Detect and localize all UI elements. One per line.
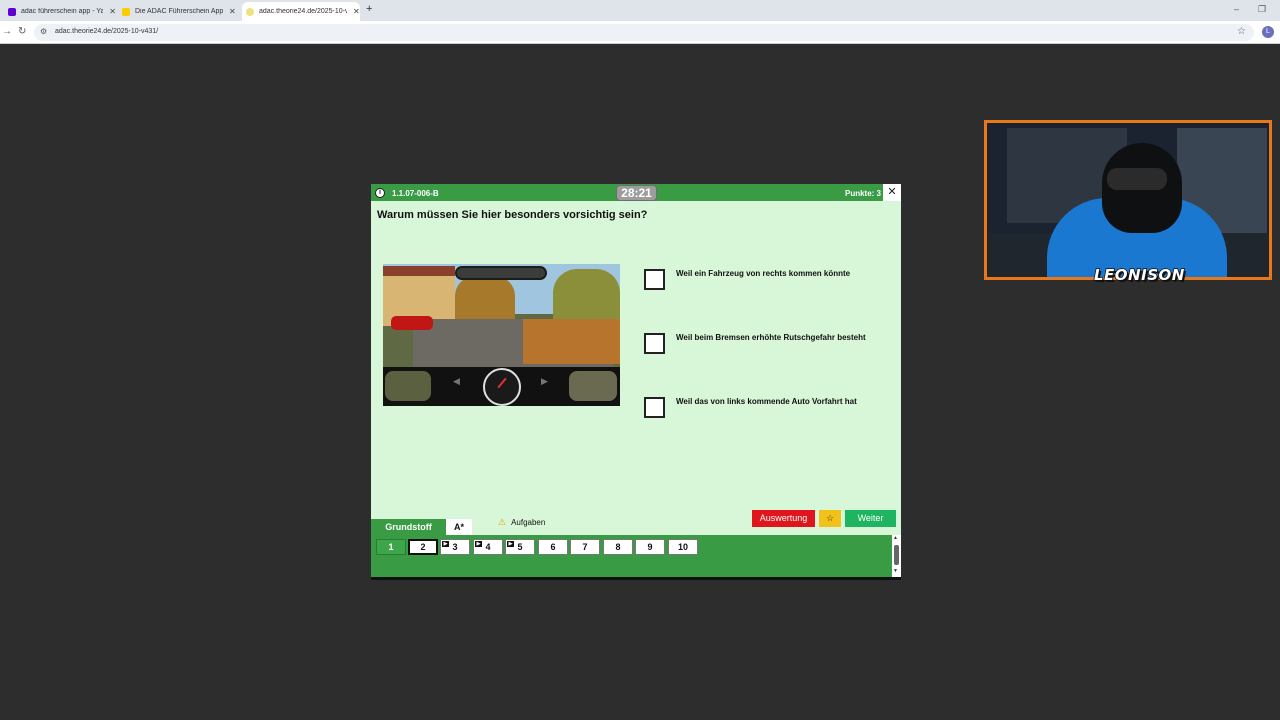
answer-text[interactable]: Weil beim Bremsen erhöhte Rutschgefahr b…	[676, 333, 876, 344]
tab-grundstoff[interactable]: Grundstoff	[371, 519, 446, 535]
question-text: Warum müssen Sie hier besonders vorsicht…	[377, 209, 648, 221]
side-mirror-left	[385, 371, 431, 401]
quiz-panel: i 1.1.07-006-B 28:21 Punkte: 3 ✕ Warum m…	[371, 184, 901, 580]
question-number-label[interactable]: 1	[388, 542, 393, 552]
browser-tab-active[interactable]: adac.theorie24.de/2025-10-v431 ✕	[242, 2, 360, 21]
tab-license-class[interactable]: A*	[446, 519, 472, 535]
question-number-label[interactable]: 2	[420, 542, 425, 552]
aufgaben-label[interactable]: Aufgaben	[511, 518, 545, 527]
answer-text[interactable]: Weil ein Fahrzeug von rechts kommen könn…	[676, 269, 876, 280]
scrollbar-thumb[interactable]	[894, 545, 899, 565]
question-navigation: 1 2 ▶ 3 ▶ 4 ▶ 5 6 7 8 9 10 ▲ ▼	[371, 535, 901, 580]
divider	[371, 577, 901, 580]
close-tab-icon[interactable]: ✕	[229, 7, 236, 16]
scroll-up-icon[interactable]: ▲	[893, 535, 898, 541]
info-icon[interactable]: i	[375, 188, 385, 198]
question-number-button[interactable]: ▶ 3	[440, 539, 470, 555]
question-number-button[interactable]: 1	[376, 539, 406, 555]
question-number-label[interactable]: 4	[485, 542, 490, 552]
flag-icon: ▶	[475, 541, 482, 547]
url-field[interactable]: ⚙ adac.theorie24.de/2025-10-v431/	[34, 24, 1254, 41]
question-number-label[interactable]: 6	[550, 542, 555, 552]
side-mirror-right	[569, 371, 617, 401]
question-number-button[interactable]: 2	[408, 539, 438, 555]
reload-icon[interactable]: ↻	[18, 26, 26, 37]
question-number-label[interactable]: 3	[452, 542, 457, 552]
question-number-button[interactable]: ▶ 5	[505, 539, 535, 555]
quiz-header: i 1.1.07-006-B 28:21 Punkte: 3	[371, 184, 883, 201]
scene-leaves	[523, 319, 620, 364]
question-number-label[interactable]: 7	[582, 542, 587, 552]
tab-title: adac führerschein app - Yahoo	[21, 8, 104, 15]
bookmark-star-icon[interactable]: ☆	[1237, 26, 1246, 37]
browser-tab[interactable]: Die ADAC Führerschein App ✕	[118, 2, 238, 21]
question-number-label[interactable]: 9	[647, 542, 652, 552]
question-number-button[interactable]: 10	[668, 539, 698, 555]
question-number-label[interactable]: 10	[678, 542, 688, 552]
answer-text[interactable]: Weil das von links kommende Auto Vorfahr…	[676, 397, 876, 408]
browser-tab-bar: adac führerschein app - Yahoo ✕ Die ADAC…	[0, 0, 1280, 21]
rearview-mirror	[455, 266, 547, 280]
auswertung-button[interactable]: Auswertung	[752, 510, 815, 527]
warning-icon: ⚠	[498, 517, 507, 527]
favorite-star-button[interactable]: ☆	[819, 510, 841, 527]
new-tab-icon[interactable]: +	[366, 3, 372, 15]
answer-checkbox[interactable]	[644, 333, 665, 354]
question-number-button[interactable]: 7	[570, 539, 600, 555]
question-image: ◀ ▶	[383, 264, 620, 406]
question-number-button[interactable]: 8	[603, 539, 633, 555]
flag-icon: ▶	[507, 541, 514, 547]
helmet-visor	[1107, 168, 1167, 190]
question-number-label[interactable]: 8	[615, 542, 620, 552]
forward-icon[interactable]: →	[2, 26, 12, 37]
right-arrow-icon: ▶	[541, 376, 548, 386]
tab-title: adac.theorie24.de/2025-10-v431	[259, 8, 347, 15]
theorie24-favicon-icon	[246, 7, 254, 16]
left-arrow-icon: ◀	[453, 376, 460, 386]
tab-title: Die ADAC Führerschein App	[135, 8, 223, 15]
scene-red-car	[391, 316, 433, 330]
browser-tab[interactable]: adac führerschein app - Yahoo ✕	[4, 2, 116, 21]
close-tab-icon[interactable]: ✕	[353, 7, 360, 16]
aufgaben-link[interactable]: ⚠ Aufgaben	[498, 517, 545, 528]
question-number-label[interactable]: 5	[517, 542, 522, 552]
timer: 28:21	[616, 185, 657, 201]
answer-checkbox[interactable]	[644, 397, 665, 418]
webcam-overlay	[984, 120, 1272, 280]
minimize-icon[interactable]: –	[1234, 4, 1239, 14]
scrollbar[interactable]: ▲ ▼	[892, 535, 901, 577]
question-id: 1.1.07-006-B	[392, 189, 439, 198]
points-label: Punkte: 3	[845, 189, 882, 198]
speedometer-icon	[483, 368, 521, 406]
scroll-down-icon[interactable]: ▼	[893, 568, 898, 574]
stream-logo: LEONISON	[1093, 265, 1185, 285]
profile-avatar[interactable]: L	[1262, 26, 1274, 38]
adac-favicon-icon	[122, 7, 130, 16]
answer-checkbox[interactable]	[644, 269, 665, 290]
question-number-button[interactable]: 9	[635, 539, 665, 555]
close-icon[interactable]: ✕	[883, 184, 901, 201]
site-settings-icon[interactable]: ⚙	[40, 27, 47, 36]
question-number-button[interactable]: 6	[538, 539, 568, 555]
yahoo-favicon-icon	[8, 7, 16, 16]
url-text[interactable]: adac.theorie24.de/2025-10-v431/	[55, 28, 158, 35]
restore-icon[interactable]: ❐	[1258, 4, 1266, 15]
address-bar: → ↻ ⚙ adac.theorie24.de/2025-10-v431/ ☆	[0, 21, 1280, 44]
weiter-button[interactable]: Weiter	[845, 510, 896, 527]
close-tab-icon[interactable]: ✕	[109, 7, 116, 16]
question-number-button[interactable]: ▶ 4	[473, 539, 503, 555]
flag-icon: ▶	[442, 541, 449, 547]
